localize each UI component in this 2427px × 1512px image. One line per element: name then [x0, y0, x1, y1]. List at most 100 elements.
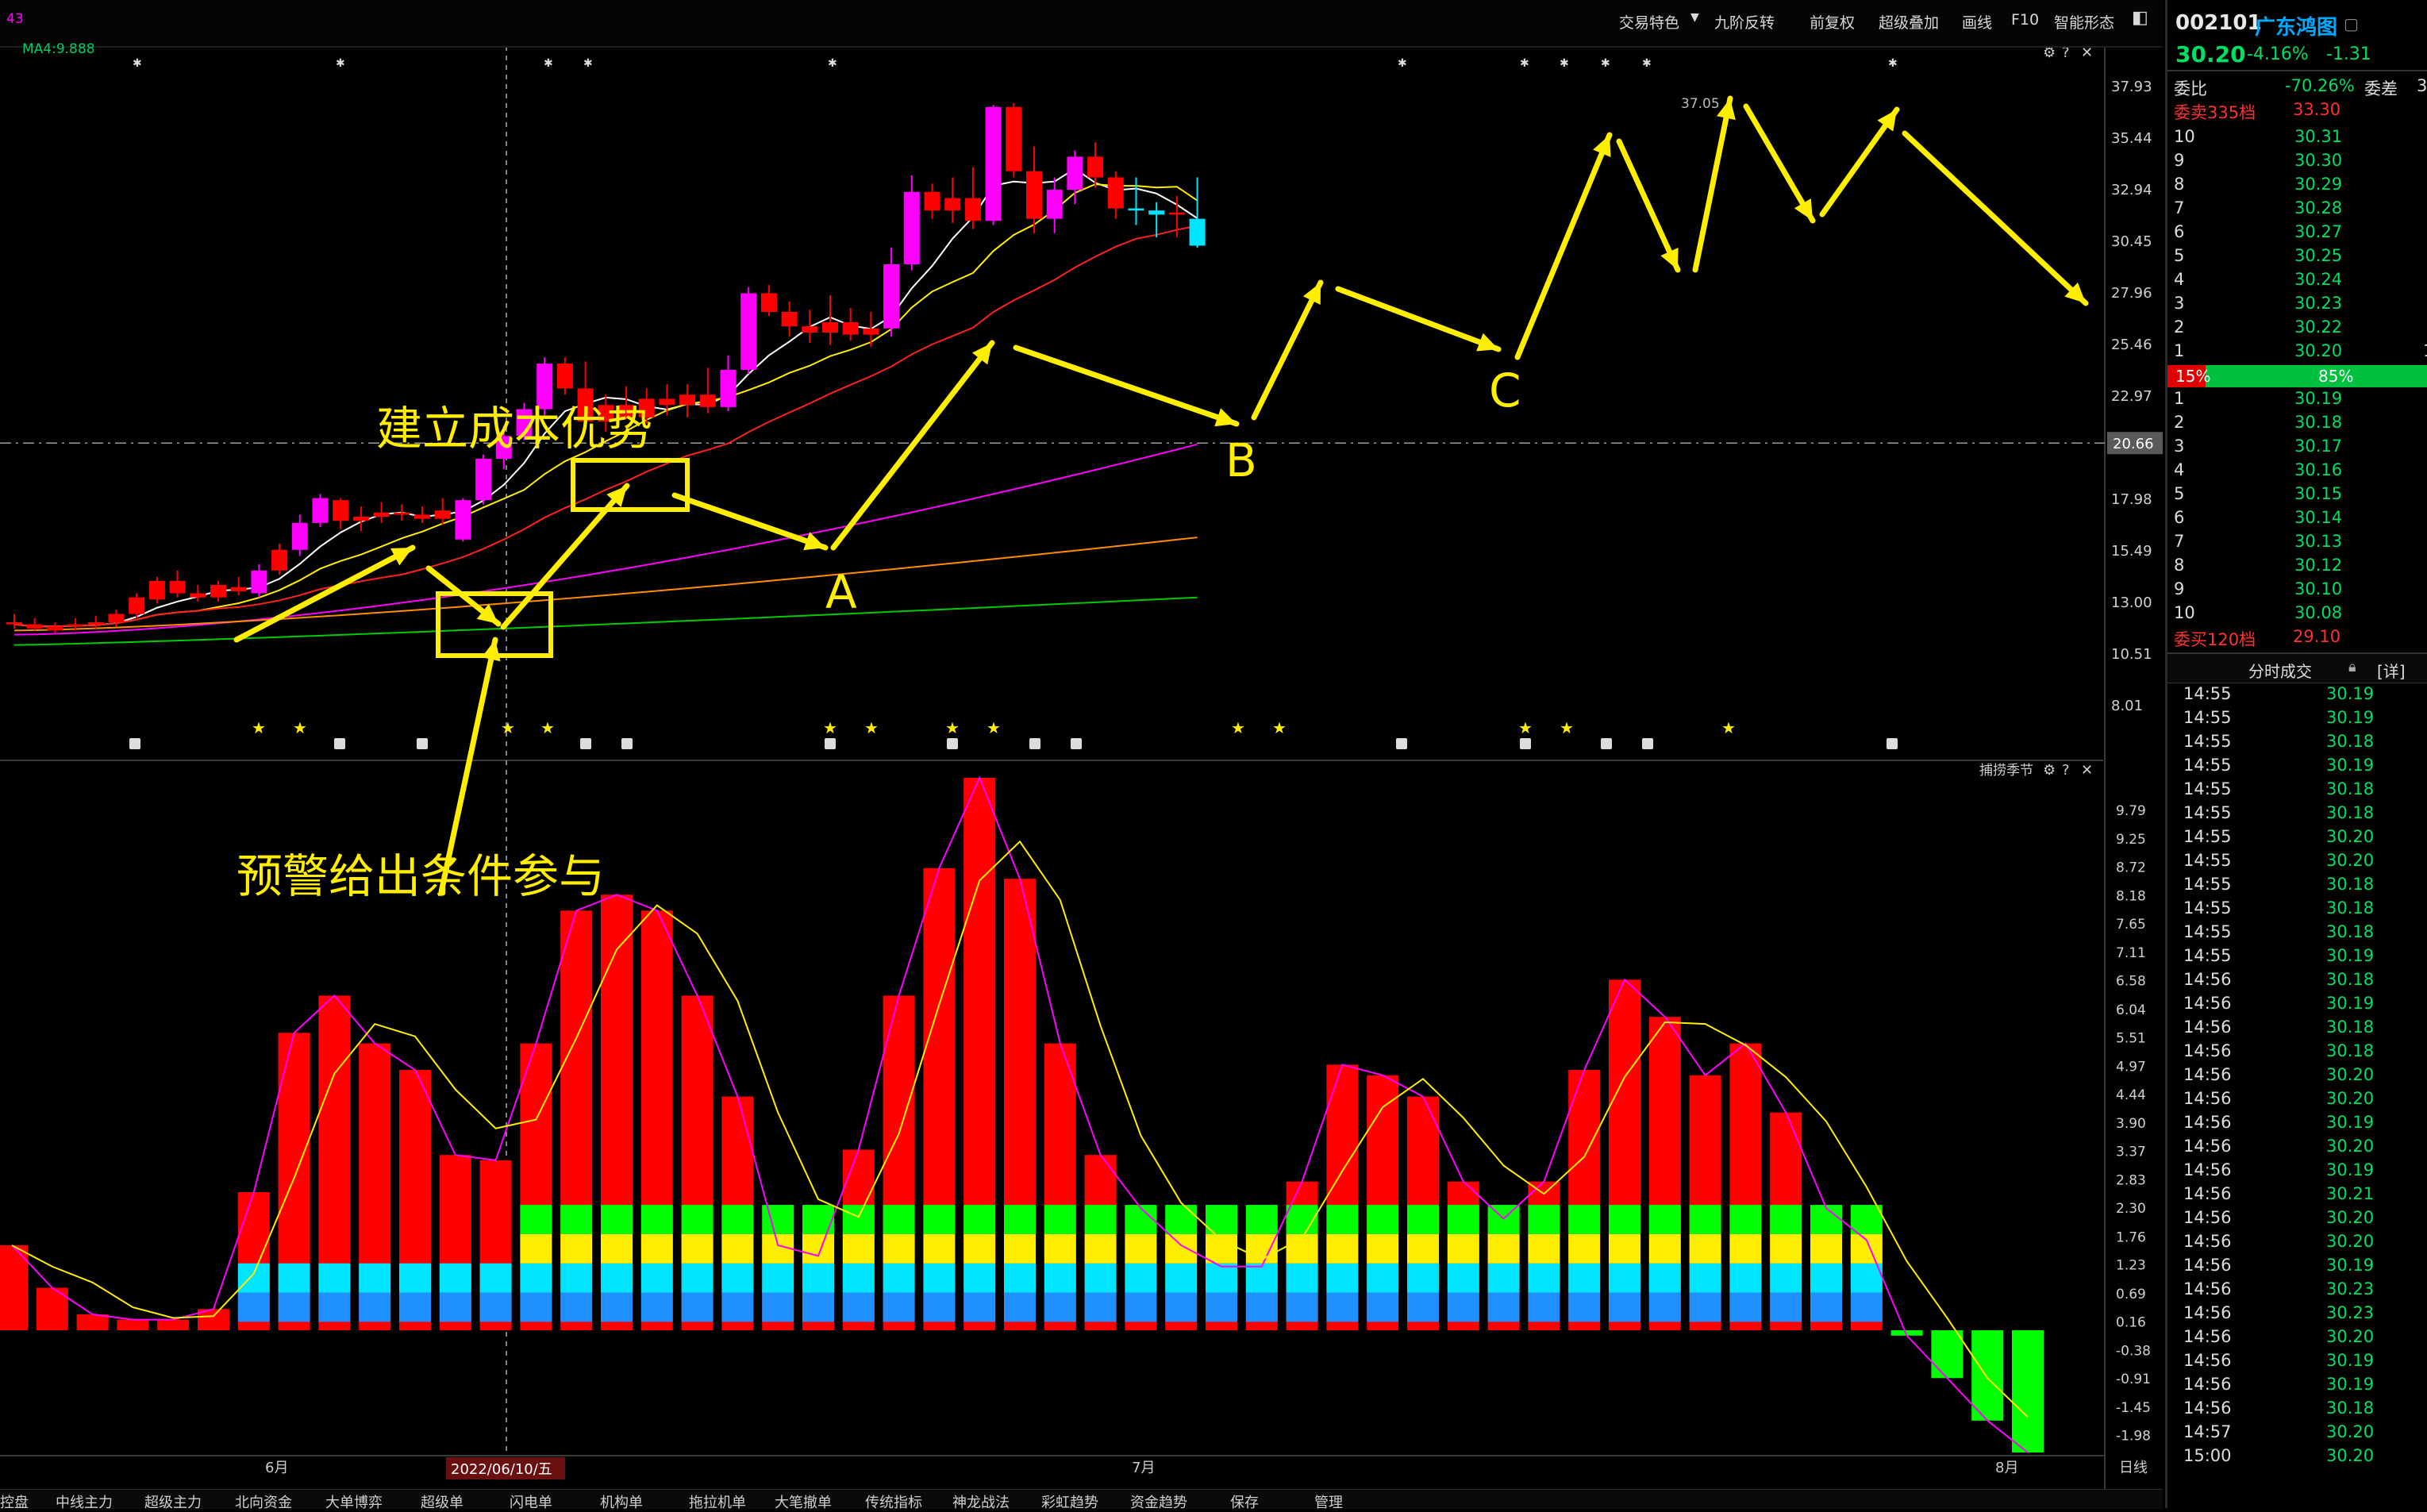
indicator-band-block: [1487, 1263, 1520, 1293]
tick-price: 30.18: [2326, 779, 2375, 798]
indicator-tab[interactable]: 大单博弈: [325, 1491, 383, 1512]
toolbar-f10[interactable]: F10: [2011, 11, 2039, 29]
indicator-tab[interactable]: 资金趋势: [1130, 1491, 1187, 1512]
toolbar-nine-reversal[interactable]: 九阶反转: [1714, 11, 1775, 33]
tick-time: 14:56: [2183, 1399, 2232, 1418]
signal-box-icon: [825, 738, 836, 749]
quote-panel: 002101 广东鸿图 ▢ 30.20 -4.16% -1.31 委比 -70.…: [2165, 0, 2427, 1508]
sell-level-row[interactable]: 2 30.22: [2174, 317, 2427, 341]
indicator-band-block: [721, 1263, 754, 1293]
sell-level-row[interactable]: 3 30.23: [2174, 294, 2427, 317]
indicator-tab[interactable]: 管理: [1314, 1491, 1343, 1512]
candle-body: [169, 580, 186, 594]
buy-level-row[interactable]: 1 30.19: [2174, 389, 2427, 413]
toolbar-smart-pattern[interactable]: 智能形态: [2054, 11, 2114, 33]
sell-level-row[interactable]: 4 30.24: [2174, 270, 2427, 294]
top-dot-icon: ✱: [133, 57, 142, 70]
buy-level-row[interactable]: 8 30.12: [2174, 556, 2427, 579]
indicator-tab[interactable]: 神龙战法: [952, 1491, 1010, 1512]
buy-level-row[interactable]: 9 30.10: [2174, 579, 2427, 603]
tick-time: 14:56: [2183, 994, 2232, 1013]
toolbar-forward-adjust[interactable]: 前复权: [1810, 11, 1855, 33]
indicator-band-block: [681, 1292, 713, 1322]
indicator-tab[interactable]: 保存: [1230, 1491, 1259, 1512]
indicator-tab[interactable]: 拖拉机单: [689, 1491, 746, 1512]
tick-row: 14:55 30.18: [2174, 803, 2427, 827]
signal-box-icon: [1396, 738, 1407, 749]
tick-price: 30.19: [2326, 1113, 2375, 1132]
tick-price: 30.21: [2326, 1184, 2375, 1203]
indicator-band-block: [1770, 1205, 1802, 1234]
tick-row: 14:55 30.19: [2174, 756, 2427, 779]
help-icon[interactable]: ?: [2062, 762, 2070, 779]
buy-level-row[interactable]: 3 30.17: [2174, 437, 2427, 460]
indicator-band-block: [1447, 1263, 1479, 1293]
tick-price: 30.20: [2326, 1422, 2375, 1441]
layout-toggle-icon[interactable]: ◧: [2132, 8, 2148, 28]
level-index: 10: [2174, 603, 2195, 622]
indicator-band-block: [1245, 1205, 1278, 1234]
lock-icon[interactable]: 🔒︎: [2348, 659, 2356, 675]
indicator-tab[interactable]: 机构单: [600, 1491, 643, 1512]
settings-icon[interactable]: ⚙: [2043, 762, 2056, 779]
buy-level-row[interactable]: 7 30.13: [2174, 532, 2427, 556]
indicator-band-block: [1245, 1263, 1278, 1293]
sell-level-row[interactable]: 10 30.31: [2174, 127, 2427, 151]
indicator-axis-label: 2.30: [2116, 1201, 2146, 1217]
indicator-band-block: [237, 1292, 270, 1322]
signal-box-icon: [1887, 738, 1898, 749]
candle-body: [903, 191, 920, 264]
indicator-band-block: [601, 1205, 633, 1234]
buy-level-row[interactable]: 2 30.18: [2174, 413, 2427, 437]
indicator-tab[interactable]: 彩虹趋势: [1041, 1491, 1098, 1512]
period-button[interactable]: 日线: [2119, 1460, 2148, 1476]
indicator-tab[interactable]: 传统指标: [865, 1491, 922, 1512]
signal-box-icon: [1029, 738, 1040, 749]
indicator-band-block: [1044, 1292, 1076, 1322]
sell-level-row[interactable]: 1 30.20 1: [2174, 341, 2427, 365]
candle-body: [271, 549, 288, 571]
toolbar-draw-line[interactable]: 画线: [1962, 11, 1992, 33]
tick-time: 14:55: [2183, 732, 2232, 751]
sell-level-row[interactable]: 8 30.29: [2174, 175, 2427, 198]
indicator-axis-label: 6.04: [2116, 1002, 2146, 1018]
close-icon[interactable]: ✕: [2081, 762, 2093, 779]
indicator-tab[interactable]: 闪电单: [510, 1491, 552, 1512]
indicator-tab[interactable]: 超级主力: [144, 1491, 202, 1512]
buy-level-row[interactable]: 4 30.16: [2174, 460, 2427, 484]
indicator-band-block: [1407, 1205, 1439, 1234]
indicator-tab[interactable]: 控盘: [0, 1491, 29, 1512]
ticks-detail-link[interactable]: [详]: [2377, 659, 2406, 682]
buy-level-row[interactable]: 5 30.15: [2174, 484, 2427, 508]
toolbar-trading-features[interactable]: 交易特色: [1619, 11, 1679, 33]
chevron-down-icon[interactable]: ▼: [1690, 11, 1699, 24]
candle-body: [985, 106, 1002, 221]
change-amount: -1.31: [2326, 44, 2371, 64]
indicator-tab[interactable]: 北向资金: [235, 1491, 292, 1512]
candle-body: [659, 398, 675, 406]
indicator-tab[interactable]: 大笔撤单: [775, 1491, 832, 1512]
sell-level-row[interactable]: 6 30.27: [2174, 222, 2427, 246]
buy-level-row[interactable]: 10 30.08: [2174, 603, 2427, 627]
indicator-band-block: [601, 1233, 633, 1264]
kline-chart[interactable]: 37.93 35.44 32.94 30.45 27.96 25.46 22.97 20.66…: [0, 0, 2165, 1489]
indicator-band-block: [802, 1205, 834, 1234]
top-toolbar: 43 MA4:9.888 交易特色 ▼ 九阶反转 前复权 超级叠加 画线 F10…: [0, 0, 2163, 57]
indicator-tab[interactable]: 中线主力: [56, 1491, 113, 1512]
buy-level-row[interactable]: 6 30.14: [2174, 508, 2427, 532]
sell-level-row[interactable]: 7 30.28: [2174, 198, 2427, 222]
signal-box-icon: [417, 738, 428, 749]
tick-price: 30.20: [2326, 851, 2375, 870]
top-dot-icon: ✱: [336, 57, 345, 70]
toolbar-super-overlay[interactable]: 超级叠加: [1879, 11, 1939, 33]
sell-level-row[interactable]: 9 30.30: [2174, 151, 2427, 175]
tick-row: 14:55 30.18: [2174, 875, 2427, 898]
stock-info-icon[interactable]: ▢: [2344, 14, 2359, 33]
indicator-band-block: [520, 1263, 552, 1293]
sell-level-row[interactable]: 5 30.25: [2174, 246, 2427, 270]
signal-box-icon: [621, 738, 633, 749]
candle-body: [1026, 171, 1042, 219]
stock-name[interactable]: 广东鸿图: [2255, 11, 2337, 40]
indicator-tab[interactable]: 超级单: [421, 1491, 463, 1512]
tick-time: 14:55: [2183, 922, 2232, 941]
